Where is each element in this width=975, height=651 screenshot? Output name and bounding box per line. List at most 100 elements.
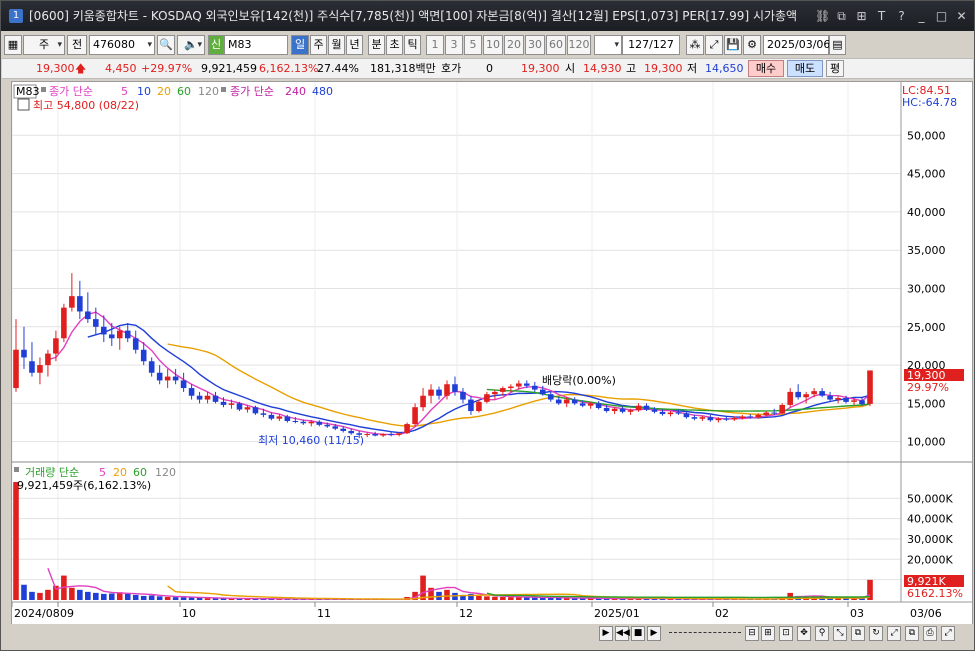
minimize-icon[interactable]: _ xyxy=(915,1,928,31)
export-icon[interactable]: ⤢ xyxy=(887,626,901,641)
period-tick[interactable]: 틱 xyxy=(404,35,421,55)
link-icon[interactable]: ⛓ xyxy=(815,1,830,31)
calendar-icon[interactable]: ▤ xyxy=(829,35,846,55)
buy-button[interactable]: 매수 xyxy=(748,60,784,77)
stop-icon[interactable]: ■ xyxy=(631,626,645,641)
volume-bar xyxy=(77,589,83,600)
legend-ma20: 20 xyxy=(157,85,171,98)
candle-body xyxy=(715,418,722,421)
settings-icon[interactable]: ⚙ xyxy=(743,35,761,55)
volume-bar xyxy=(124,593,131,600)
volume-value: 9,921,459 xyxy=(201,62,257,75)
interval-10[interactable]: 10 xyxy=(483,35,503,55)
window-number: 1 xyxy=(9,9,23,23)
maximize-icon[interactable]: □ xyxy=(935,1,948,31)
candle-body xyxy=(827,395,833,400)
candle-body xyxy=(164,376,171,381)
price-y-tick: 35,000 xyxy=(907,244,946,257)
candle-body xyxy=(77,296,83,312)
stock-code-input[interactable]: 476080 xyxy=(89,35,155,55)
interval-60[interactable]: 60 xyxy=(546,35,566,55)
date-input[interactable]: 2025/03/06 xyxy=(763,35,830,55)
candle-body xyxy=(412,407,418,425)
interval-30[interactable]: 30 xyxy=(525,35,545,55)
volume-averages xyxy=(47,568,871,600)
interval-1[interactable]: 1 xyxy=(426,35,444,55)
save-icon[interactable]: 💾 xyxy=(724,35,742,55)
sound-icon[interactable]: 🔈 xyxy=(177,35,205,55)
layout-icon[interactable]: ▦ xyxy=(4,35,22,55)
high-label: 고 xyxy=(626,62,637,75)
scroll-back-icon[interactable]: ◀◀ xyxy=(615,626,630,641)
window-title: [0600] 키움종합차트 - KOSDAQ 외국인보유[142(천)] 주식수… xyxy=(29,9,798,23)
candle-body xyxy=(739,416,746,418)
avg-price-button[interactable]: 평 xyxy=(826,60,844,77)
period-year[interactable]: 년 xyxy=(346,35,363,55)
interval-custom-select[interactable] xyxy=(594,35,622,55)
candle-body xyxy=(508,386,514,389)
price-y-tick: 45,000 xyxy=(907,168,946,181)
period-second[interactable]: 초 xyxy=(386,35,403,55)
print-icon[interactable]: ⎙ xyxy=(923,626,937,641)
calendar-icon[interactable] xyxy=(17,98,30,111)
candle-body xyxy=(196,395,203,400)
transparency-icon[interactable]: T xyxy=(875,1,888,31)
legend-ma240: 240 xyxy=(285,85,306,98)
new-indicator-tag[interactable]: 신 xyxy=(208,35,224,55)
price-y-tick: 10,000 xyxy=(907,436,946,449)
sell-button[interactable]: 매도 xyxy=(787,60,823,77)
chart-area[interactable]: 50,000 45,000 40,000 35,000 30,000 25,000 20,0… xyxy=(11,81,973,626)
zoom-slider[interactable] xyxy=(669,632,741,635)
chart-navigation: ▶ ◀◀ ■ ▶ ⊟ ⊞ ⊡ ✥ ⚲ ⤡ ⧉ ↻ ⤢ ⧉ ⎙ ⤢ xyxy=(11,624,973,646)
price-y-ticks: 50,00045,00040,00035,00030,00025,00020,0… xyxy=(907,129,946,448)
data-count[interactable]: 127/127 xyxy=(622,35,680,55)
zoom-out-icon[interactable]: ⊟ xyxy=(745,626,759,641)
interval-5[interactable]: 5 xyxy=(464,35,482,55)
candle-body xyxy=(268,414,275,419)
volume-legend-ma20: 20 xyxy=(113,466,127,479)
interval-3[interactable]: 3 xyxy=(445,35,463,55)
candle-body xyxy=(723,418,730,420)
scroll-start-icon[interactable]: ▶ xyxy=(599,626,613,641)
event-note: 배당락(0.00%) xyxy=(542,374,616,387)
expand-icon[interactable]: ⤢ xyxy=(941,626,955,641)
crosshair-icon[interactable]: ✥ xyxy=(797,626,811,641)
volume-bar xyxy=(524,597,530,600)
candle-body xyxy=(260,413,267,415)
copy-icon[interactable]: ⧉ xyxy=(905,626,919,641)
search-icon[interactable]: 🔍 xyxy=(157,35,175,55)
low-note: 최저 10,460 (11/15) xyxy=(258,434,364,447)
drawing-icon[interactable]: ⤢ xyxy=(705,35,723,55)
period-minute[interactable]: 분 xyxy=(368,35,385,55)
high-price: 19,300 xyxy=(644,62,683,75)
indicator-input[interactable]: M83 xyxy=(224,35,288,55)
restore-icon[interactable]: ⧉ xyxy=(835,1,848,31)
trend-icon[interactable]: ⤡ xyxy=(833,626,847,641)
period-day[interactable]: 일 xyxy=(291,35,309,55)
prev-button[interactable]: 전 xyxy=(67,35,87,55)
legend-ma10: 10 xyxy=(137,85,151,98)
interval-120[interactable]: 120 xyxy=(567,35,591,55)
candle-body xyxy=(53,338,59,354)
interval-20[interactable]: 20 xyxy=(504,35,524,55)
pin-icon[interactable]: ⊞ xyxy=(855,1,868,31)
title-bar[interactable]: 1 [0600] 키움종합차트 - KOSDAQ 외국인보유[142(천)] 주… xyxy=(1,1,974,31)
period-week[interactable]: 주 xyxy=(310,35,327,55)
refresh-icon[interactable]: ↻ xyxy=(869,626,883,641)
close-icon[interactable]: ✕ xyxy=(955,1,968,31)
x-axis-labels: 2024/08 09 10 11 12 2025/01 02 03 xyxy=(11,602,864,620)
compare-icon[interactable]: ⁂ xyxy=(686,35,704,55)
chart-canvas[interactable]: 50,000 45,000 40,000 35,000 30,000 25,000 20,0… xyxy=(11,82,972,625)
volume-bar xyxy=(132,594,139,600)
fit-icon[interactable]: ⊡ xyxy=(779,626,793,641)
zoom-in-icon[interactable]: ⊞ xyxy=(761,626,775,641)
magnifier-icon[interactable]: ⚲ xyxy=(815,626,829,641)
period-type-select[interactable]: 주 xyxy=(23,35,65,55)
volume-legend-ma5: 5 xyxy=(99,466,106,479)
help-icon[interactable]: ? xyxy=(895,1,908,31)
period-month[interactable]: 월 xyxy=(328,35,345,55)
compare-icon[interactable]: ⧉ xyxy=(851,626,865,641)
candle-body xyxy=(811,391,817,395)
scroll-forward-icon[interactable]: ▶ xyxy=(647,626,661,641)
volume-ma5-line xyxy=(47,568,871,600)
